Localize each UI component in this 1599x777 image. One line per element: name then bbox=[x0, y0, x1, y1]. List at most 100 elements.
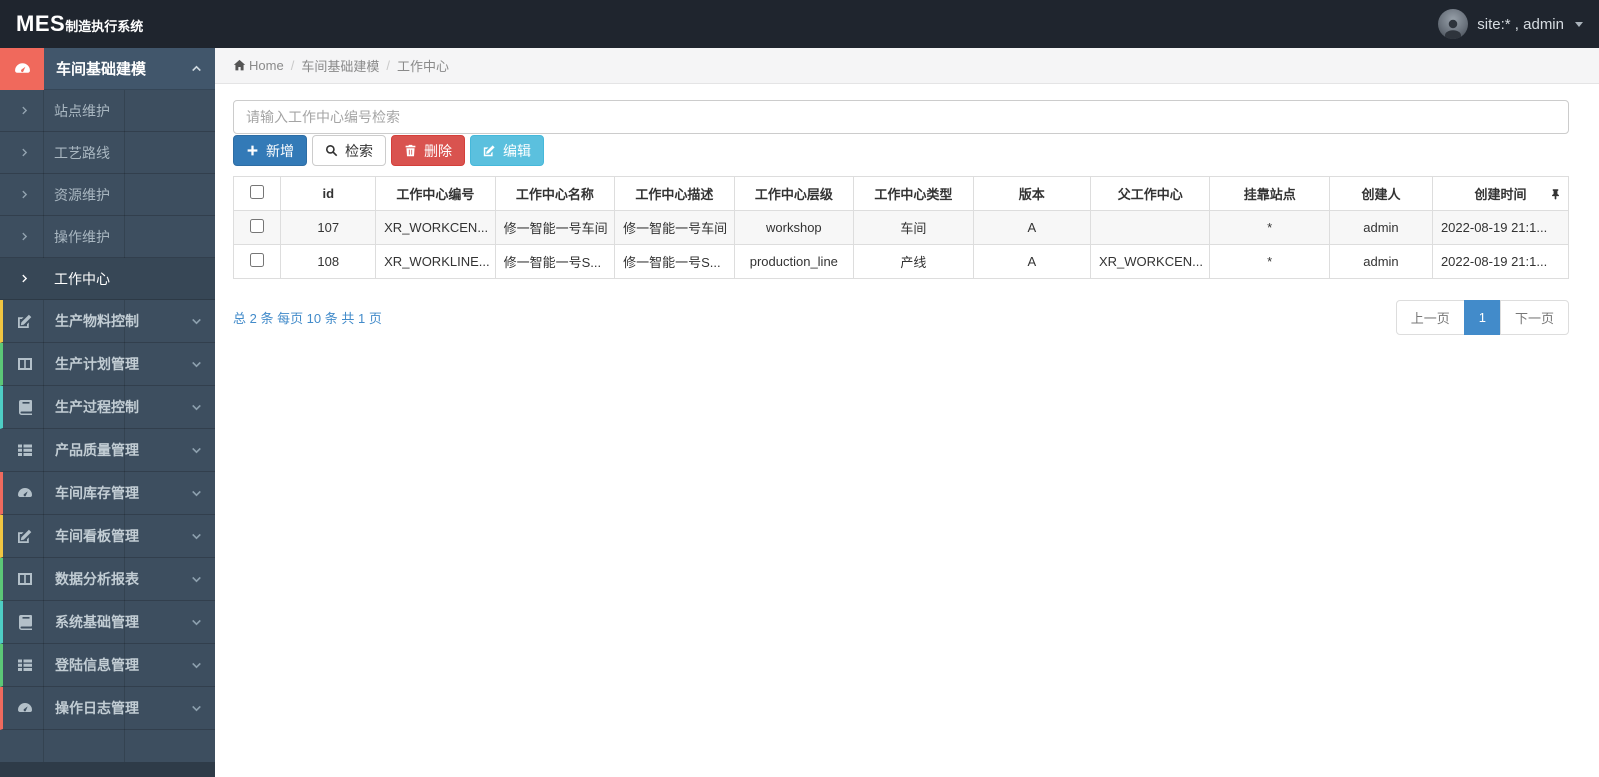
table-cell: A bbox=[972, 210, 1091, 245]
next-page-button[interactable]: 下一页 bbox=[1499, 300, 1569, 335]
sidebar-group-label: 车间基础建模 bbox=[56, 61, 147, 78]
row-checkbox[interactable] bbox=[250, 253, 265, 267]
column-header-label: 创建时间 bbox=[1474, 187, 1527, 202]
breadcrumb-home[interactable]: Home bbox=[249, 58, 284, 73]
sidebar-group-label: 车间库存管理 bbox=[55, 485, 139, 501]
topbar: MES 制造执行系统 site:* , admin bbox=[0, 0, 1599, 48]
avatar bbox=[1438, 9, 1469, 39]
row-checkbox[interactable] bbox=[250, 219, 265, 233]
sidebar-footer-strip bbox=[0, 762, 215, 777]
column-header-label: 工作中心名称 bbox=[515, 187, 594, 202]
column-header-label: 创建人 bbox=[1361, 187, 1401, 202]
breadcrumb-current: 工作中心 bbox=[396, 59, 449, 74]
column-header: 创建人 bbox=[1328, 176, 1433, 211]
page-1-button[interactable]: 1 bbox=[1463, 300, 1501, 335]
column-header: 工作中心层级 bbox=[733, 176, 855, 211]
sidebar-group-workshop-basic-modeling[interactable]: 车间基础建模 bbox=[0, 47, 215, 90]
table-cell: 2022-08-19 21:1... bbox=[1431, 210, 1570, 245]
sidebar-item-process-route[interactable]: 工艺路线 bbox=[0, 132, 215, 174]
add-button[interactable]: 新增 bbox=[233, 135, 307, 166]
pager-row: 总 2 条 每页 10 条 共 1 页 上一页 1 下一页 bbox=[233, 300, 1569, 335]
caret-down-icon bbox=[1575, 21, 1583, 27]
sidebar-group-label: 系统基础管理 bbox=[55, 614, 139, 630]
sidebar-group-system-basic-management[interactable]: 系统基础管理 bbox=[0, 601, 215, 644]
user-menu[interactable]: site:* , admin bbox=[1438, 9, 1583, 39]
sidebar-item-label: 工作中心 bbox=[54, 270, 110, 287]
table-cell: 107 bbox=[280, 210, 377, 245]
sidebar-group-label: 生产计划管理 bbox=[55, 356, 139, 372]
main-area: Home / 车间基础建模 / 工作中心 新增 检索 删除编辑 id工作中心编号 工作… bbox=[215, 48, 1599, 777]
sidebar-group-workshop-inventory-management[interactable]: 车间库存管理 bbox=[0, 472, 215, 515]
home-icon bbox=[233, 59, 246, 72]
sidebar-item-label: 站点维护 bbox=[54, 102, 110, 119]
table-cell: 产线 bbox=[853, 244, 974, 279]
prev-page-button[interactable]: 上一页 bbox=[1395, 300, 1465, 335]
toolbar: 新增 检索 删除 编辑 bbox=[233, 135, 1569, 166]
column-header: 父工作中心 bbox=[1089, 176, 1211, 211]
search-button[interactable]: 检索 bbox=[312, 135, 386, 166]
sidebar-group-label: 生产物料控制 bbox=[55, 313, 139, 329]
sidebar-group-production-plan-management[interactable]: 生产计划管理 bbox=[0, 343, 215, 386]
table-row[interactable]: 107 XR_WORKCEN... 修一智能一号车间 修一智能一号车间 workshop… bbox=[232, 210, 1570, 245]
button-label: 检索 bbox=[345, 142, 373, 159]
chevron-down-icon bbox=[191, 359, 202, 370]
work-center-table: id 工作中心编号 工作中心名称 工作中心描述 工作中心层级 工作中心类型 版本 父工作中心 挂… bbox=[232, 176, 1570, 279]
table-cell: admin bbox=[1328, 210, 1433, 245]
sidebar-group-label: 车间看板管理 bbox=[55, 528, 139, 544]
sidebar-item-work-center[interactable]: 工作中心 bbox=[0, 258, 215, 300]
sidebar-group-label: 登陆信息管理 bbox=[55, 657, 139, 673]
sidebar-group-data-analysis-report[interactable]: 数据分析报表 bbox=[0, 558, 215, 601]
sidebar-group-login-info-management[interactable]: 登陆信息管理 bbox=[0, 644, 215, 687]
column-header: 工作中心名称 bbox=[494, 176, 616, 211]
sidebar-group-operation-log-management[interactable]: 操作日志管理 bbox=[0, 687, 215, 730]
edit-button[interactable]: 编辑 bbox=[470, 135, 544, 166]
table-row[interactable]: 108 XR_WORKLINE... 修一智能一号S... 修一智能一号S... pro… bbox=[232, 244, 1570, 279]
search-icon bbox=[325, 144, 338, 157]
pin-icon[interactable] bbox=[1550, 188, 1561, 199]
sidebar: 车间基础建模 站点维护工艺路线 资源维护操作维护工作中心 生产物料控制 生产计划管理… bbox=[0, 47, 215, 777]
breadcrumb-group[interactable]: 车间基础建模 bbox=[301, 56, 379, 75]
sidebar-group-product-quality-management[interactable]: 产品质量管理 bbox=[0, 429, 215, 472]
table-cell: 车间 bbox=[853, 210, 974, 245]
table-cell: 修一智能一号车间 bbox=[494, 210, 616, 245]
column-header: 版本 bbox=[972, 176, 1091, 211]
table-cell: 108 bbox=[280, 244, 377, 279]
sidebar-group-production-process-control[interactable]: 生产过程控制 bbox=[0, 386, 215, 429]
column-header-label: 挂靠站点 bbox=[1243, 187, 1296, 202]
sidebar-item-resource-maintenance[interactable]: 资源维护 bbox=[0, 174, 215, 216]
chevron-right-icon bbox=[20, 190, 29, 199]
chevron-down-icon bbox=[191, 402, 202, 413]
chevron-down-icon bbox=[191, 445, 202, 456]
table-cell: * bbox=[1209, 244, 1330, 279]
sidebar-item-label: 操作维护 bbox=[54, 228, 110, 245]
sidebar-submenu: 站点维护工艺路线 资源维护操作维护工作中心 bbox=[0, 90, 215, 300]
app-brand: MES 制造执行系统 bbox=[16, 11, 143, 37]
book-icon bbox=[17, 399, 33, 415]
table-cell: 2022-08-19 21:1... bbox=[1431, 244, 1570, 279]
edit-icon bbox=[483, 144, 496, 157]
sidebar-group-production-material-control[interactable]: 生产物料控制 bbox=[0, 300, 215, 343]
breadcrumb: Home / 车间基础建模 / 工作中心 bbox=[215, 48, 1599, 84]
delete-button[interactable]: 删除 bbox=[391, 135, 465, 166]
sidebar-item-station-maintenance[interactable]: 站点维护 bbox=[0, 90, 215, 132]
table-cell: XR_WORKLINE... bbox=[375, 244, 496, 279]
sidebar-group-label: 数据分析报表 bbox=[55, 571, 139, 587]
column-header-label: 工作中心层级 bbox=[754, 187, 833, 202]
tachometer-icon bbox=[17, 700, 33, 716]
search-input[interactable] bbox=[233, 100, 1569, 134]
column-header: 创建时间 bbox=[1431, 176, 1570, 211]
column-header: 工作中心编号 bbox=[375, 176, 496, 211]
chevron-right-icon bbox=[20, 148, 29, 157]
list-icon bbox=[17, 442, 33, 458]
columns-icon bbox=[17, 356, 33, 372]
table-cell: workshop bbox=[733, 210, 855, 245]
header-checkbox-cell bbox=[232, 176, 282, 211]
sidebar-item-operation-maintenance[interactable]: 操作维护 bbox=[0, 216, 215, 258]
select-all-checkbox[interactable] bbox=[250, 185, 265, 199]
sidebar-group-workshop-kanban-management[interactable]: 车间看板管理 bbox=[0, 515, 215, 558]
column-header: id bbox=[280, 176, 377, 211]
table-cell: 修一智能一号S... bbox=[494, 244, 616, 279]
pagination-summary: 总 2 条 每页 10 条 共 1 页 bbox=[233, 311, 382, 326]
tachometer-icon bbox=[14, 60, 31, 77]
chevron-down-icon bbox=[191, 574, 202, 585]
